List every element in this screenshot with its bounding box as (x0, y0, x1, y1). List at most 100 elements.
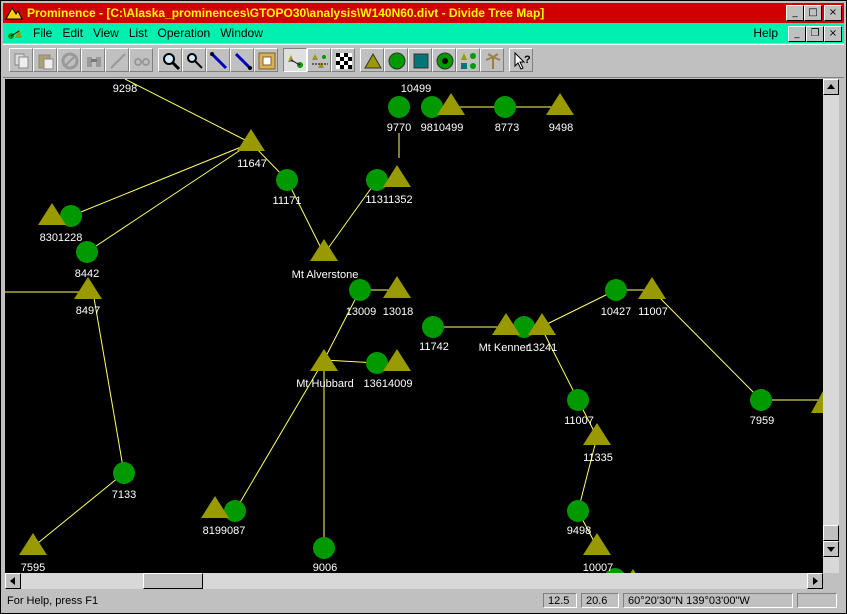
saddle-point[interactable] (388, 96, 410, 118)
map-label: 9770 (387, 122, 411, 134)
help-pointer-button[interactable]: ? (509, 48, 533, 72)
map-label: 9006 (313, 562, 337, 573)
horizontal-scrollbar[interactable] (5, 573, 823, 589)
map-label: 11171 (273, 195, 302, 207)
title-bar: Prominence - [C:\Alaska_prominences\GTOP… (3, 3, 844, 23)
saddle-point[interactable] (113, 462, 135, 484)
vertical-scroll-thumb[interactable] (823, 525, 839, 541)
map-label: 7133 (112, 489, 136, 501)
measure-alt-button[interactable] (230, 48, 254, 72)
zoom-out-icon (187, 53, 203, 69)
paste-button[interactable] (33, 48, 57, 72)
saddle-point[interactable] (494, 96, 516, 118)
tree-button[interactable] (307, 48, 331, 72)
saddle-point[interactable] (422, 316, 444, 338)
menu-edit[interactable]: Edit (62, 26, 83, 40)
scroll-down-button[interactable] (823, 541, 839, 557)
tools-button[interactable] (57, 48, 81, 72)
app-mountain-icon (5, 7, 23, 20)
peak-point[interactable] (74, 277, 102, 299)
map-label: 9810499 (421, 122, 464, 134)
menu-operation[interactable]: Operation (158, 26, 211, 40)
arrow-right-icon (813, 577, 818, 585)
peak-point[interactable] (310, 349, 338, 371)
saddle-point[interactable] (567, 389, 589, 411)
menu-view[interactable]: View (93, 26, 119, 40)
line-button[interactable] (105, 48, 129, 72)
map-label: 8301228 (40, 232, 83, 244)
saddle-point[interactable] (605, 279, 627, 301)
divide-tree-map[interactable]: 9298 10499 9770 9810499 8773 9498 11647 … (5, 79, 823, 573)
arrow-left-icon (10, 577, 15, 585)
saddle-icon (388, 52, 406, 70)
map-label: Mt Alverstone (292, 269, 359, 281)
map-label: Mt Kenner (479, 342, 530, 354)
saddle-point[interactable] (349, 279, 371, 301)
map-label: 9498 (567, 525, 591, 537)
svg-text:?: ? (524, 54, 531, 66)
document-icon (8, 29, 22, 39)
peak-point[interactable] (310, 239, 338, 261)
menu-list[interactable]: List (129, 26, 148, 40)
peak-saddle-button[interactable] (283, 48, 307, 72)
peak-button[interactable] (360, 48, 384, 72)
peak-point[interactable] (237, 129, 265, 151)
map-label: 8442 (75, 268, 99, 280)
map-label: 13614009 (364, 378, 413, 390)
peak-point[interactable] (638, 277, 666, 299)
saddle-point[interactable] (276, 169, 298, 191)
minimize-button[interactable]: _ (786, 5, 804, 21)
runoff-button[interactable] (432, 48, 456, 72)
measure-button[interactable] (206, 48, 230, 72)
map-label: 11007 (638, 306, 668, 318)
vertical-scrollbar[interactable] (823, 79, 839, 573)
menu-help[interactable]: Help (753, 26, 778, 40)
horizontal-scroll-thumb[interactable] (143, 573, 203, 589)
status-coordinates: 60°20'30"N 139°03'00"W (623, 593, 793, 608)
measure-alt-icon (234, 52, 252, 70)
zoom-in-button[interactable] (158, 48, 182, 72)
close-button[interactable]: × (824, 5, 842, 21)
saddle-point[interactable] (313, 537, 335, 559)
basin-button[interactable] (408, 48, 432, 72)
doc-close-button[interactable]: × (824, 26, 842, 42)
scroll-up-button[interactable] (823, 79, 839, 95)
scroll-right-button[interactable] (807, 573, 823, 589)
checker-button[interactable] (331, 48, 355, 72)
peak-point[interactable] (19, 533, 47, 555)
menu-file[interactable]: File (33, 26, 52, 40)
zoom-in-icon (163, 53, 181, 71)
peak-point[interactable] (546, 93, 574, 115)
scroll-left-button[interactable] (5, 573, 21, 589)
map-label: 11647 (237, 158, 267, 170)
map-label: 10427 (601, 306, 632, 318)
saddle-point[interactable] (366, 169, 388, 191)
peak-point[interactable] (811, 391, 823, 413)
saddle-point[interactable] (224, 500, 246, 522)
doc-restore-button[interactable]: ❐ (806, 26, 824, 42)
all-features-button[interactable] (456, 48, 480, 72)
map-label: 13018 (383, 306, 414, 318)
toolbar: ? (3, 44, 844, 78)
saddle-point[interactable] (567, 500, 589, 522)
map-canvas: 9298 10499 9770 9810499 8773 9498 11647 … (5, 79, 823, 573)
frame-button[interactable] (254, 48, 278, 72)
doc-minimize-button[interactable]: _ (788, 26, 806, 42)
help-pointer-icon: ? (514, 51, 531, 70)
map-label: 8497 (76, 305, 100, 317)
eyeglasses-button[interactable] (129, 48, 153, 72)
app-window: Prominence - [C:\Alaska_prominences\GTOP… (0, 0, 847, 614)
peak-point[interactable] (383, 276, 411, 298)
binoculars-button[interactable] (81, 48, 105, 72)
copy-button[interactable] (9, 48, 33, 72)
map-label: 8773 (495, 122, 519, 134)
maximize-button[interactable]: □ (804, 5, 822, 21)
saddle-button[interactable] (384, 48, 408, 72)
zoom-out-button[interactable] (182, 48, 206, 72)
saddle-point[interactable] (76, 241, 98, 263)
palm-button[interactable] (480, 48, 504, 72)
map-label: 13009 (346, 306, 377, 318)
binoculars-icon (87, 57, 101, 67)
saddle-point[interactable] (750, 389, 772, 411)
menu-window[interactable]: Window (220, 26, 263, 40)
